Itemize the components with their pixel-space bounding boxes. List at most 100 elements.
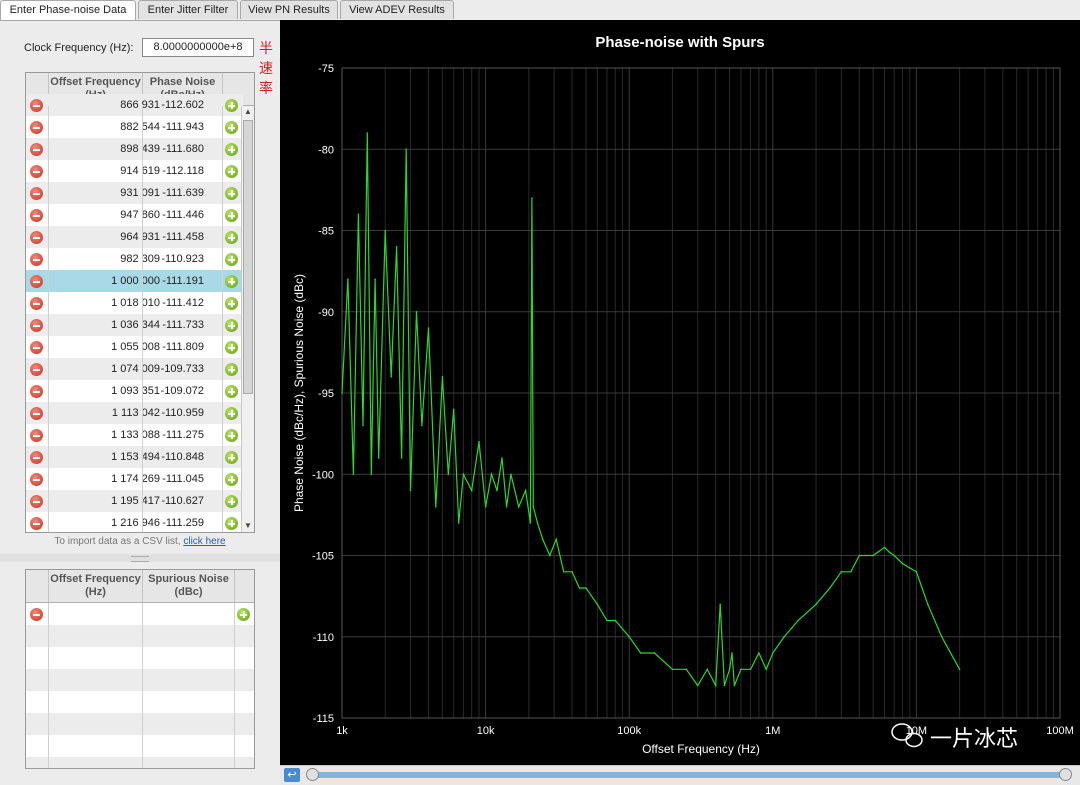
add-row-icon[interactable] — [225, 495, 238, 508]
scroll-up-arrow[interactable]: ▲ — [242, 106, 254, 118]
remove-row-icon[interactable] — [30, 407, 43, 420]
spur-table-row[interactable] — [26, 625, 254, 647]
phase-noise-cell[interactable]: -111.191 — [142, 270, 204, 292]
phase-noise-cell[interactable]: -109.733 — [142, 358, 204, 380]
add-row-icon[interactable] — [225, 209, 238, 222]
remove-row-icon[interactable] — [30, 297, 43, 310]
scroll-thumb[interactable] — [243, 120, 253, 394]
panel-splitter[interactable] — [0, 554, 280, 562]
remove-row-icon[interactable] — [30, 451, 43, 464]
table-row[interactable]: 882 544 -111.943 — [26, 116, 243, 138]
add-row-icon[interactable] — [225, 275, 238, 288]
phase-noise-cell[interactable]: -109.072 — [142, 380, 204, 402]
add-row-icon[interactable] — [225, 517, 238, 530]
table-row[interactable]: 1 000 000 -111.191 — [26, 270, 243, 292]
table-row[interactable]: 1 133 088 -111.275 — [26, 424, 243, 446]
remove-row-icon[interactable] — [30, 341, 43, 354]
table-row[interactable]: 1 113 042 -110.959 — [26, 402, 243, 424]
range-slider-right-handle[interactable] — [1059, 768, 1072, 781]
spur-table-row[interactable] — [26, 669, 254, 691]
add-row-icon[interactable] — [225, 385, 238, 398]
add-row-icon[interactable] — [225, 297, 238, 310]
add-row-icon[interactable] — [225, 407, 238, 420]
phase-noise-cell[interactable]: -111.412 — [142, 292, 204, 314]
remove-row-icon[interactable] — [30, 275, 43, 288]
scroll-down-arrow[interactable]: ▼ — [242, 520, 254, 532]
tab-enter-phase-noise-data[interactable]: Enter Phase-noise Data — [0, 0, 136, 21]
tab-view-pn-results[interactable]: View PN Results — [240, 0, 338, 19]
range-slider-left-handle[interactable] — [306, 768, 319, 781]
phase-noise-cell[interactable]: -111.045 — [142, 468, 204, 490]
add-row-icon[interactable] — [225, 143, 238, 156]
phase-noise-cell[interactable]: -111.680 — [142, 138, 204, 160]
phase-noise-cell[interactable]: -111.458 — [142, 226, 204, 248]
table-row[interactable]: 1 018 010 -111.412 — [26, 292, 243, 314]
tab-view-adev-results[interactable]: View ADEV Results — [340, 0, 454, 19]
remove-row-icon[interactable] — [30, 143, 43, 156]
add-spur-icon[interactable] — [237, 608, 250, 621]
spur-table-row[interactable] — [26, 647, 254, 669]
remove-row-icon[interactable] — [30, 363, 43, 376]
phase-noise-cell[interactable]: -110.848 — [142, 446, 204, 468]
remove-row-icon[interactable] — [30, 495, 43, 508]
spur-table-row[interactable] — [26, 735, 254, 757]
add-row-icon[interactable] — [225, 187, 238, 200]
table-row[interactable]: 1 055 008 -111.809 — [26, 336, 243, 358]
spur-table-row[interactable] — [26, 691, 254, 713]
table-row[interactable]: 1 195 417 -110.627 — [26, 490, 243, 512]
table-row[interactable]: 1 036 344 -111.733 — [26, 314, 243, 336]
table-row[interactable]: 1 216 946 -111.259 — [26, 512, 243, 532]
spur-table-row[interactable] — [26, 603, 254, 625]
phase-noise-cell[interactable]: -111.446 — [142, 204, 204, 226]
phase-noise-cell[interactable]: -111.275 — [142, 424, 204, 446]
table-row[interactable]: 866 931 -112.602 — [26, 94, 243, 116]
remove-row-icon[interactable] — [30, 187, 43, 200]
tab-enter-jitter-filter[interactable]: Enter Jitter Filter — [138, 0, 238, 19]
phase-noise-cell[interactable]: -111.809 — [142, 336, 204, 358]
remove-spur-icon[interactable] — [30, 608, 43, 621]
range-slider-track[interactable] — [311, 772, 1063, 778]
remove-row-icon[interactable] — [30, 99, 43, 112]
spur-table-row[interactable] — [26, 713, 254, 735]
remove-row-icon[interactable] — [30, 121, 43, 134]
add-row-icon[interactable] — [225, 165, 238, 178]
phase-noise-cell[interactable]: -111.943 — [142, 116, 204, 138]
table-row[interactable]: 931 091 -111.639 — [26, 182, 243, 204]
table-row[interactable]: 1 093 351 -109.072 — [26, 380, 243, 402]
reset-zoom-icon[interactable]: ↩ — [284, 768, 300, 782]
remove-row-icon[interactable] — [30, 429, 43, 442]
add-row-icon[interactable] — [225, 253, 238, 266]
table-row[interactable]: 982 309 -110.923 — [26, 248, 243, 270]
phase-noise-cell[interactable]: -110.959 — [142, 402, 204, 424]
add-row-icon[interactable] — [225, 231, 238, 244]
table-row[interactable]: 947 860 -111.446 — [26, 204, 243, 226]
remove-row-icon[interactable] — [30, 319, 43, 332]
add-row-icon[interactable] — [225, 341, 238, 354]
remove-row-icon[interactable] — [30, 517, 43, 530]
add-row-icon[interactable] — [225, 473, 238, 486]
remove-row-icon[interactable] — [30, 209, 43, 222]
clock-frequency-input[interactable] — [142, 38, 254, 57]
remove-row-icon[interactable] — [30, 165, 43, 178]
add-row-icon[interactable] — [225, 319, 238, 332]
phase-noise-cell[interactable]: -111.259 — [142, 512, 204, 532]
table-row[interactable]: 898 439 -111.680 — [26, 138, 243, 160]
table-row[interactable]: 1 074 009 -109.733 — [26, 358, 243, 380]
add-row-icon[interactable] — [225, 121, 238, 134]
import-csv-link[interactable]: click here — [183, 536, 225, 547]
phase-noise-cell[interactable]: -112.602 — [142, 94, 204, 116]
phase-noise-cell[interactable]: -111.733 — [142, 314, 204, 336]
phase-noise-cell[interactable]: -110.627 — [142, 490, 204, 512]
add-row-icon[interactable] — [225, 99, 238, 112]
phase-noise-scrollbar[interactable]: ▲ ▼ — [241, 106, 254, 532]
table-row[interactable]: 1 153 494 -110.848 — [26, 446, 243, 468]
add-row-icon[interactable] — [225, 451, 238, 464]
spur-table-row[interactable] — [26, 757, 254, 768]
table-row[interactable]: 1 174 269 -111.045 — [26, 468, 243, 490]
add-row-icon[interactable] — [225, 363, 238, 376]
add-row-icon[interactable] — [225, 429, 238, 442]
phase-noise-cell[interactable]: -112.118 — [142, 160, 204, 182]
remove-row-icon[interactable] — [30, 231, 43, 244]
phase-noise-cell[interactable]: -111.639 — [142, 182, 204, 204]
remove-row-icon[interactable] — [30, 253, 43, 266]
